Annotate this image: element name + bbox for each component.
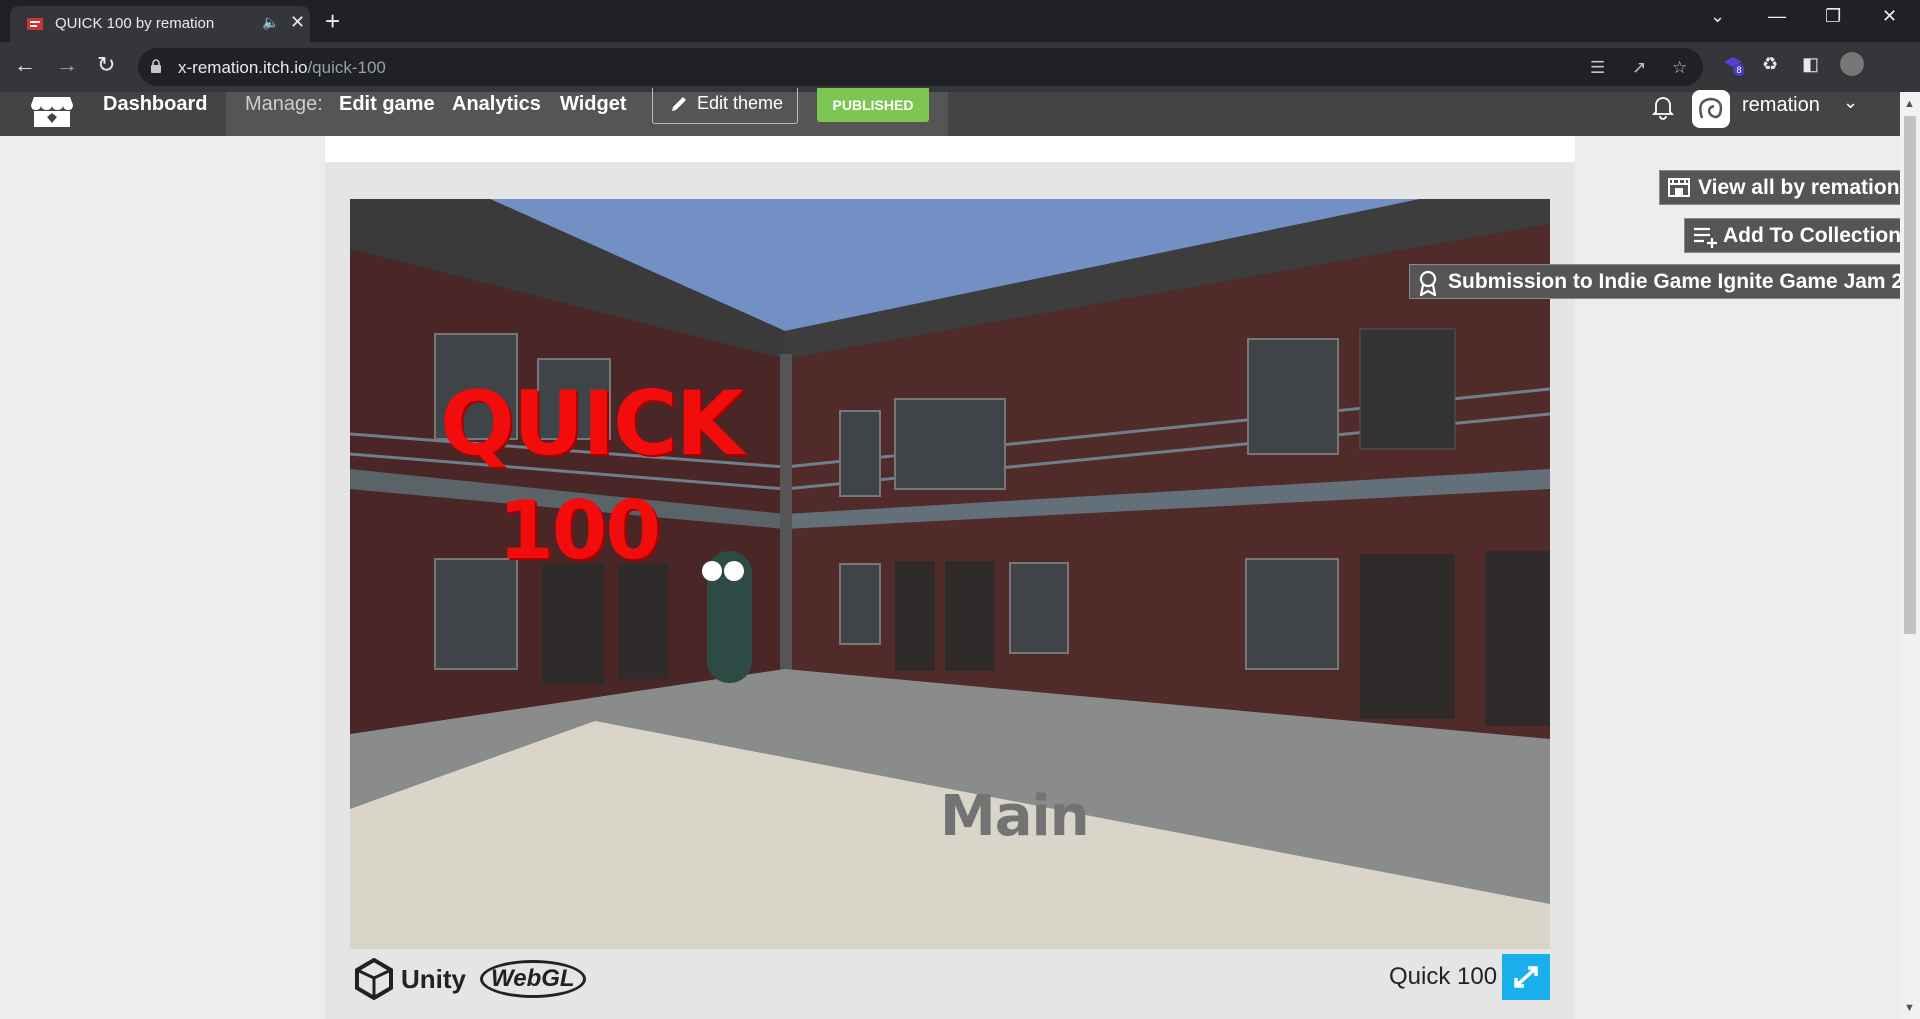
user-avatar[interactable] xyxy=(1692,90,1730,128)
widget-link[interactable]: Widget xyxy=(560,93,626,116)
bell-icon[interactable] xyxy=(1650,94,1676,120)
tab-search-icon[interactable]: ⌄ xyxy=(1710,6,1725,27)
extension-icon[interactable]: 8 xyxy=(1722,54,1745,81)
unity-label: Unity xyxy=(401,963,466,994)
share-icon[interactable]: ↗ xyxy=(1632,58,1646,78)
add-to-collection-button[interactable]: Add To Collection xyxy=(1684,218,1909,253)
profile-avatar[interactable] xyxy=(1840,52,1864,76)
dashboard-link[interactable]: Dashboard xyxy=(103,93,207,116)
unity-cube-icon xyxy=(355,958,393,1000)
scroll-up-icon[interactable]: ▲ xyxy=(1904,98,1915,110)
browser-titlebar: QUICK 100 by remation 🔈 ✕ + ⌄ — ❐ ✕ xyxy=(0,0,1920,42)
main-menu-button[interactable]: Main xyxy=(940,784,1090,849)
svg-text:8: 8 xyxy=(1736,65,1741,75)
view-all-button[interactable]: View all by remation xyxy=(1659,170,1907,205)
chevron-down-icon[interactable]: ⌄ xyxy=(1843,92,1858,113)
itch-favicon-icon xyxy=(27,18,43,30)
username-link[interactable]: remation xyxy=(1742,94,1820,117)
view-all-label: View all by remation xyxy=(1698,176,1900,199)
webgl-label: WebGL xyxy=(480,960,586,998)
analytics-link[interactable]: Analytics xyxy=(452,93,541,116)
jam-submission-button[interactable]: Submission to Indie Game Ignite Game Jam… xyxy=(1409,264,1920,299)
address-bar[interactable]: x-remation.itch.io/quick-100 ☰ ↗ ☆ xyxy=(138,48,1703,86)
manage-label: Manage: xyxy=(245,93,323,115)
game-title-100: 100 xyxy=(498,484,661,577)
forward-icon[interactable]: → xyxy=(56,52,78,78)
edit-theme-label: Edit theme xyxy=(697,93,784,113)
pencil-icon xyxy=(672,97,686,111)
ribbon-icon xyxy=(1419,270,1437,296)
scroll-down-icon[interactable]: ▼ xyxy=(1904,1002,1915,1014)
jam-submission-label: Submission to Indie Game Ignite Game Jam… xyxy=(1448,270,1920,293)
expand-icon xyxy=(1514,966,1538,988)
game-title-quick: QUICK xyxy=(440,372,744,475)
add-collection-label: Add To Collection xyxy=(1723,224,1902,247)
bookmark-star-icon[interactable]: ☆ xyxy=(1672,58,1687,78)
restore-icon[interactable]: ❐ xyxy=(1825,6,1841,27)
back-icon[interactable]: ← xyxy=(14,52,36,78)
scrollbar-thumb[interactable] xyxy=(1904,116,1916,634)
edit-theme-button[interactable]: Edit theme xyxy=(652,88,798,124)
extensions-puzzle-icon[interactable]: ♻ xyxy=(1762,54,1778,75)
fullscreen-button[interactable] xyxy=(1502,954,1550,1000)
unity-webgl-footer: Unity WebGL xyxy=(355,955,586,1003)
store-icon xyxy=(1668,178,1690,197)
reload-icon[interactable]: ↻ xyxy=(97,52,115,78)
add-list-icon xyxy=(1694,227,1717,248)
game-canvas[interactable]: QUICK 100 Main xyxy=(350,199,1550,949)
published-badge: PUBLISHED xyxy=(817,88,929,122)
url-text: x-remation.itch.io/quick-100 xyxy=(178,58,386,77)
lock-icon xyxy=(151,59,161,73)
browser-toolbar: ← → ↻ x-remation.itch.io/quick-100 ☰ ↗ ☆… xyxy=(0,42,1920,92)
tab-audio-icon[interactable]: 🔈 xyxy=(262,14,279,31)
new-tab-icon[interactable]: + xyxy=(325,6,340,37)
itch-logo-icon[interactable] xyxy=(30,95,74,129)
translate-icon[interactable]: ☰ xyxy=(1590,58,1605,78)
browser-tab[interactable]: QUICK 100 by remation 🔈 ✕ xyxy=(10,6,310,42)
tab-title: QUICK 100 by remation xyxy=(55,15,215,32)
edit-game-link[interactable]: Edit game xyxy=(339,93,435,116)
minimize-icon[interactable]: — xyxy=(1768,6,1786,27)
side-panel-icon[interactable]: ◧ xyxy=(1802,54,1819,75)
game-name-label: Quick 100 xyxy=(1389,963,1498,990)
window-close-icon[interactable]: ✕ xyxy=(1882,6,1897,27)
tab-close-icon[interactable]: ✕ xyxy=(290,12,305,33)
page-header-strip xyxy=(325,136,1575,162)
